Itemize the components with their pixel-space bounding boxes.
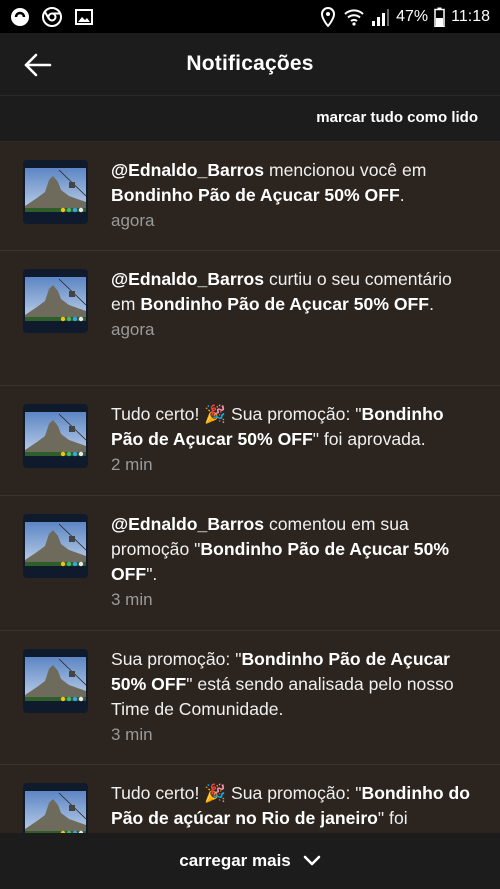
battery-icon (434, 7, 445, 27)
load-more-button[interactable]: carregar mais (0, 833, 500, 889)
sugarloaf-image (23, 514, 88, 578)
notification-item[interactable]: @Ednaldo_Barros mencionou você em Bondin… (0, 142, 500, 251)
promo-thumbnail (23, 514, 88, 578)
chevron-down-icon (303, 855, 321, 866)
notification-time: agora (111, 211, 155, 230)
notification-text: @Ednaldo_Barros mencionou você em Bondin… (111, 158, 478, 233)
notification-time: 3 min (111, 590, 153, 609)
notification-item[interactable]: @Ednaldo_Barros curtiu o seu comentário … (0, 251, 500, 386)
chat-icon (11, 7, 29, 26)
gallery-icon (75, 8, 93, 25)
notification-text: @Ednaldo_Barros comentou em sua promoção… (111, 512, 478, 612)
status-bar: 47% 11:18 (0, 0, 500, 33)
notification-item[interactable]: Tudo certo! 🎉 Sua promoção: "Bondinho do… (0, 765, 500, 835)
battery-level: 47% (396, 7, 429, 25)
promo-thumbnail (23, 160, 88, 224)
chrome-icon (42, 6, 62, 27)
mark-all-read-button[interactable]: marcar tudo como lido (316, 109, 478, 126)
notification-item[interactable]: Tudo certo! 🎉 Sua promoção: "Bondinho Pã… (0, 386, 500, 496)
notification-text: @Ednaldo_Barros curtiu o seu comentário … (111, 267, 478, 342)
sugarloaf-image (23, 783, 88, 835)
notification-item[interactable]: Sua promoção: "Bondinho Pão de Açucar 50… (0, 631, 500, 765)
back-arrow-icon[interactable] (22, 51, 54, 79)
sugarloaf-image (23, 404, 88, 468)
page-title: Notificações (186, 52, 314, 75)
wifi-icon (344, 8, 364, 26)
sugarloaf-image (23, 649, 88, 713)
notification-item[interactable]: @Ednaldo_Barros comentou em sua promoção… (0, 496, 500, 631)
sugarloaf-image (23, 269, 88, 333)
promo-thumbnail (23, 269, 88, 333)
promo-thumbnail (23, 649, 88, 713)
load-more-label: carregar mais (179, 851, 291, 870)
sugarloaf-image (23, 160, 88, 224)
promo-thumbnail (23, 404, 88, 468)
notification-time: agora (111, 320, 155, 339)
promo-thumbnail (23, 783, 88, 835)
actions-bar: marcar tudo como lido (0, 96, 500, 142)
location-icon (321, 6, 336, 27)
notification-time: 2 min (111, 455, 153, 474)
app-bar: Notificações (0, 33, 500, 96)
signal-icon (372, 8, 390, 26)
notification-text: Sua promoção: "Bondinho Pão de Açucar 50… (111, 647, 478, 747)
notification-text: Tudo certo! 🎉 Sua promoção: "Bondinho Pã… (111, 402, 478, 477)
notification-time: 3 min (111, 725, 153, 744)
clock: 11:18 (451, 7, 490, 25)
notification-text: Tudo certo! 🎉 Sua promoção: "Bondinho do… (111, 783, 470, 828)
